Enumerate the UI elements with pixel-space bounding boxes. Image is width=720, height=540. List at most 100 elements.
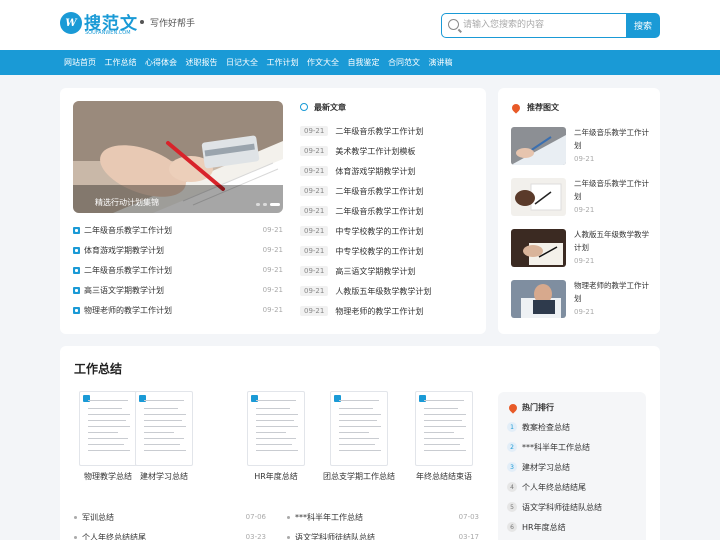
list-item-title[interactable]: 物理老师的教学工作计划 (335, 306, 475, 317)
search-button[interactable]: 搜索 (626, 13, 660, 38)
list-item[interactable]: 高三语文学期教学计划 09-21 (73, 280, 283, 300)
list-item-title[interactable]: 高三语文学期教学计划 (84, 285, 263, 296)
list-item[interactable]: 09-21 人教版五年级数学教学计划 (300, 281, 475, 301)
recommend-title-text[interactable]: 人教版五年级数学教学计划 (574, 229, 652, 254)
recommend-title-text[interactable]: 二年级音乐教学工作计划 (574, 178, 652, 203)
list-item-title[interactable]: 个人年终总结结尾 (82, 532, 246, 540)
carousel-dot-active[interactable] (270, 203, 280, 206)
recommend-item[interactable]: 二年级音乐教学工作计划 09-21 (511, 178, 651, 218)
ranking-item-title[interactable]: HR年度总结 (522, 522, 642, 533)
nav-item-home[interactable]: 网站首页 (64, 57, 96, 68)
hot-ranking-title: 热门排行 (522, 403, 554, 412)
nav-item-contracts[interactable]: 合同范文 (388, 57, 420, 68)
document-label[interactable]: 建材学习总结 (119, 471, 209, 482)
list-item[interactable]: 语文学科师徒结队总结 03-17 (287, 527, 479, 540)
list-item[interactable]: 09-21 中专学校教学的工作计划 (300, 221, 475, 241)
document-label[interactable]: 团总支学期工作总结 (314, 471, 404, 482)
ranking-item[interactable]: 5 语文学科师徒结队总结 (507, 497, 642, 517)
recommend-thumbnail[interactable] (511, 127, 566, 165)
nav-item-reflections[interactable]: 心得体会 (145, 57, 177, 68)
list-item[interactable]: 09-21 中专学校教学的工作计划 (300, 241, 475, 261)
list-item-title[interactable]: 二年级音乐教学工作计划 (84, 225, 263, 236)
list-item-title[interactable]: 物理老师的教学工作计划 (84, 305, 263, 316)
summary-list-left: 军训总结 07-06 个人年终总结结尾 03-23 (74, 507, 266, 540)
ranking-item[interactable]: 6 HR年度总结 (507, 517, 642, 537)
list-item[interactable]: 体育游戏学期教学计划 09-21 (73, 240, 283, 260)
main-nav: 网站首页 工作总结 心得体会 述职报告 日记大全 工作计划 作文大全 自我鉴定 … (0, 50, 720, 75)
ranking-item[interactable]: 2 ***科半年工作总结 (507, 437, 642, 457)
list-item-title[interactable]: 语文学科师徒结队总结 (295, 532, 459, 540)
list-item[interactable]: 09-21 物理老师的教学工作计划 (300, 301, 475, 321)
rank-badge: 3 (507, 462, 517, 472)
list-item-title[interactable]: 军训总结 (82, 512, 246, 523)
list-item-title[interactable]: 体育游戏学期教学计划 (84, 245, 263, 256)
list-item-title[interactable]: 二年级音乐教学工作计划 (84, 265, 263, 276)
ranking-item-title[interactable]: 建材学习总结 (522, 462, 642, 473)
recommend-thumbnail[interactable] (511, 280, 566, 318)
nav-item-self-appraisal[interactable]: 自我鉴定 (348, 57, 380, 68)
carousel-dot[interactable] (256, 203, 260, 206)
list-item-title[interactable]: 美术教学工作计划模板 (335, 146, 475, 157)
logo-icon[interactable]: W (60, 12, 82, 34)
document-label[interactable]: 年终总结结束语 (399, 471, 489, 482)
list-item[interactable]: 军训总结 07-06 (74, 507, 266, 527)
search-input[interactable] (463, 17, 618, 33)
section-title: 工作总结 (74, 362, 123, 376)
nav-item-work-plan[interactable]: 工作计划 (267, 57, 299, 68)
recommend-item[interactable]: 人教版五年级数学教学计划 09-21 (511, 229, 651, 269)
list-item-title[interactable]: 人教版五年级数学教学计划 (335, 286, 475, 297)
list-item-date: 03-23 (245, 533, 266, 540)
list-item-title[interactable]: 体育游戏学期教学计划 (335, 166, 475, 177)
list-item[interactable]: 个人年终总结结尾 03-23 (74, 527, 266, 540)
date-chip: 09-21 (300, 126, 329, 136)
list-item[interactable]: 09-21 美术教学工作计划模板 (300, 141, 475, 161)
list-item[interactable]: 09-21 二年级音乐教学工作计划 (300, 181, 475, 201)
carousel-dot[interactable] (263, 203, 267, 206)
recommend-item[interactable]: 二年级音乐教学工作计划 09-21 (511, 127, 651, 167)
nav-item-diary[interactable]: 日记大全 (226, 57, 258, 68)
hero-caption[interactable]: 精选行动计划集锦 (95, 197, 159, 208)
list-item-title[interactable]: 中专学校教学的工作计划 (335, 226, 475, 237)
ranking-item-title[interactable]: ***科半年工作总结 (522, 442, 642, 453)
recommend-title-text[interactable]: 二年级音乐教学工作计划 (574, 127, 652, 152)
list-item[interactable]: 物理老师的教学工作计划 09-21 (73, 300, 283, 320)
recommend-title-text[interactable]: 物理老师的教学工作计划 (574, 280, 652, 305)
document-thumbnail[interactable] (135, 391, 193, 466)
recommend-item[interactable]: 物理老师的教学工作计划 09-21 (511, 280, 651, 320)
date-chip: 09-21 (300, 206, 329, 216)
document-thumbnail[interactable] (330, 391, 388, 466)
ranking-item[interactable]: 4 个人年终总结结尾 (507, 477, 642, 497)
document-label[interactable]: HR年度总结 (231, 471, 321, 482)
recommend-date: 09-21 (574, 155, 595, 163)
ranking-item[interactable]: 1 教案检查总结 (507, 417, 642, 437)
list-item[interactable]: ***科半年工作总结 07-03 (287, 507, 479, 527)
list-item-title[interactable]: 二年级音乐教学工作计划 (335, 126, 475, 137)
list-item-date: 07-06 (245, 513, 266, 521)
list-item-title[interactable]: 中专学校教学的工作计划 (335, 246, 475, 257)
recommend-thumbnail[interactable] (511, 229, 566, 267)
list-item[interactable]: 09-21 体育游戏学期教学计划 (300, 161, 475, 181)
nav-item-speeches[interactable]: 演讲稿 (429, 57, 453, 68)
list-item[interactable]: 09-21 二年级音乐教学工作计划 (300, 201, 475, 221)
list-item[interactable]: 09-21 二年级音乐教学工作计划 (300, 121, 475, 141)
nav-item-work-summary[interactable]: 工作总结 (105, 57, 137, 68)
list-item-title[interactable]: 高三语文学期教学计划 (335, 266, 475, 277)
nav-item-essays[interactable]: 作文大全 (307, 57, 339, 68)
ranking-item[interactable]: 3 建材学习总结 (507, 457, 642, 477)
list-item-title[interactable]: 二年级音乐教学工作计划 (335, 206, 475, 217)
list-item-title[interactable]: 二年级音乐教学工作计划 (335, 186, 475, 197)
ranking-item-title[interactable]: 语文学科师徒结队总结 (522, 502, 642, 513)
document-thumbnail[interactable] (247, 391, 305, 466)
list-item-title[interactable]: ***科半年工作总结 (295, 512, 459, 523)
recommend-date: 09-21 (574, 206, 595, 214)
ranking-item-title[interactable]: 教案检查总结 (522, 422, 642, 433)
list-item[interactable]: 09-21 高三语文学期教学计划 (300, 261, 475, 281)
ranking-item-title[interactable]: 个人年终总结结尾 (522, 482, 642, 493)
list-item[interactable]: 二年级音乐教学工作计划 09-21 (73, 220, 283, 240)
document-thumbnail[interactable] (79, 391, 137, 466)
document-thumbnail[interactable] (415, 391, 473, 466)
recommend-thumbnail[interactable] (511, 178, 566, 216)
list-item[interactable]: 二年级音乐教学工作计划 09-21 (73, 260, 283, 280)
list-item-date: 07-03 (458, 513, 479, 521)
nav-item-reports[interactable]: 述职报告 (186, 57, 218, 68)
